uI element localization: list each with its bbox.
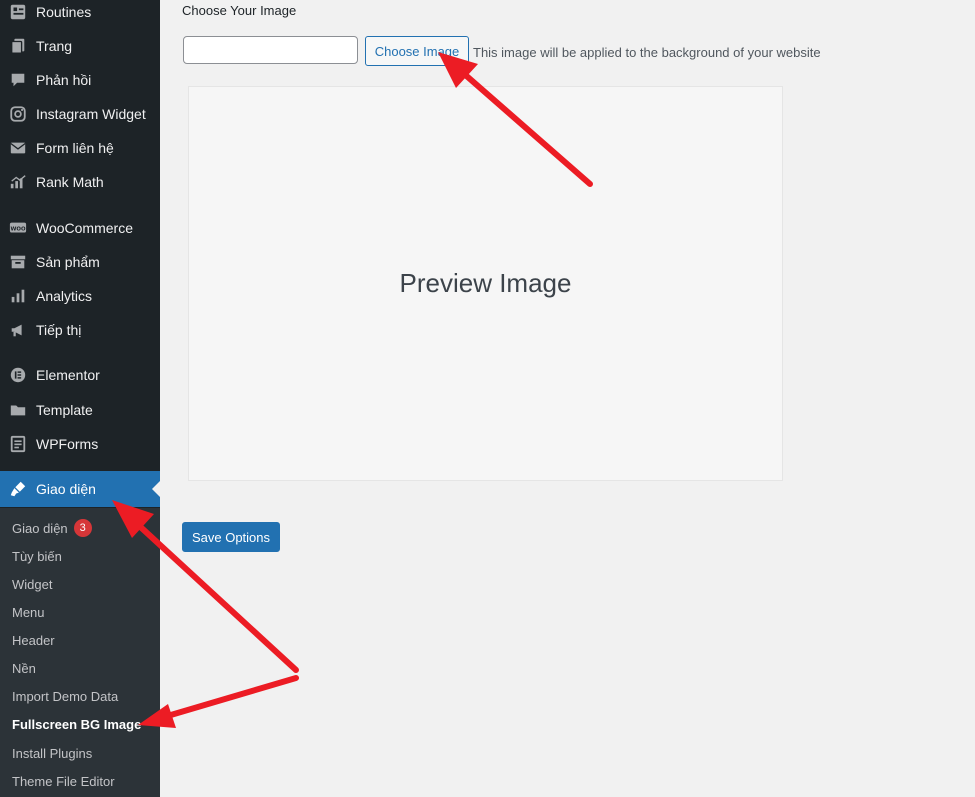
menu-item-analytics[interactable]: Analytics — [0, 279, 160, 313]
mail-icon — [8, 138, 28, 158]
update-count-badge: 3 — [73, 519, 92, 537]
image-url-input[interactable] — [183, 36, 358, 64]
analytics-icon — [8, 286, 28, 306]
menu-item-label: Trang — [36, 38, 73, 54]
help-text: This image will be applied to the backgr… — [473, 45, 821, 60]
menu-item-appearance[interactable]: Giao diện — [0, 471, 160, 507]
submenu-item-fullscreen-bg-image[interactable]: Fullscreen BG Image — [12, 710, 141, 738]
menu-item-label: Giao diện — [36, 481, 96, 497]
active-indicator — [152, 481, 160, 497]
megaphone-icon — [8, 320, 28, 340]
submenu-item-import-demo-data[interactable]: Import Demo Data — [12, 682, 118, 710]
menu-item-comments[interactable]: Phản hồi — [0, 63, 160, 97]
archive-icon — [8, 252, 28, 272]
menu-item-contact-form[interactable]: Form liên hệ — [0, 131, 160, 165]
menu-item-marketing[interactable]: Tiếp thị — [0, 313, 160, 347]
appearance-submenu: Giao diện 3 Tùy biến Widget Menu Header … — [0, 508, 160, 797]
menu-item-label: Phản hồi — [36, 72, 92, 88]
folder-icon — [8, 400, 28, 420]
menu-item-label: Tiếp thị — [36, 322, 82, 338]
admin-sidebar: Routines Trang Phản hồi Instagram Widget… — [0, 0, 160, 797]
submenu-item-background[interactable]: Nền — [12, 654, 36, 682]
submenu-item-theme-file-editor[interactable]: Theme File Editor — [12, 767, 115, 795]
menu-item-label: Instagram Widget — [36, 106, 146, 122]
menu-item-wpforms[interactable]: WPForms — [0, 427, 160, 461]
arrow-to-fullscreen-bg-image — [138, 675, 299, 728]
menu-item-label: Sản phẩm — [36, 254, 100, 270]
rank-math-icon — [8, 172, 28, 192]
preview-placeholder-text: Preview Image — [399, 268, 572, 298]
menu-item-label: Analytics — [36, 288, 93, 304]
submenu-item-customize[interactable]: Tùy biến — [12, 542, 62, 570]
menu-item-label: Template — [36, 402, 93, 418]
svg-text:WOO: WOO — [10, 226, 25, 232]
routines-icon — [8, 2, 28, 22]
instagram-icon — [8, 104, 28, 124]
submenu-item-widgets[interactable]: Widget — [12, 570, 52, 598]
menu-item-instagram-widget[interactable]: Instagram Widget — [0, 97, 160, 131]
woocommerce-icon: WOO — [8, 218, 28, 238]
menu-item-elementor[interactable]: Elementor — [0, 358, 160, 392]
choose-image-button[interactable]: Choose Image — [365, 36, 469, 66]
save-options-button[interactable]: Save Options — [182, 522, 280, 552]
submenu-item-install-plugins[interactable]: Install Plugins — [12, 739, 92, 767]
menu-item-label: Form liên hệ — [36, 140, 114, 156]
comments-icon — [8, 70, 28, 90]
submenu-item-themes[interactable]: Giao diện 3 — [12, 514, 92, 542]
submenu-item-label: Giao diện — [12, 520, 68, 536]
elementor-icon — [8, 365, 28, 385]
menu-item-label: Rank Math — [36, 174, 104, 190]
menu-item-routines[interactable]: Routines — [0, 0, 160, 29]
menu-item-products[interactable]: Sản phẩm — [0, 245, 160, 279]
brush-icon — [8, 479, 28, 499]
menu-item-pages[interactable]: Trang — [0, 29, 160, 63]
forms-icon — [8, 434, 28, 454]
menu-item-label: WPForms — [36, 436, 99, 452]
menu-item-label: WooCommerce — [36, 220, 133, 236]
menu-item-rank-math[interactable]: Rank Math — [0, 165, 160, 199]
section-label: Choose Your Image — [182, 3, 297, 18]
menu-item-label: Routines — [36, 4, 92, 20]
menu-item-template[interactable]: Template — [0, 393, 160, 427]
pages-icon — [8, 36, 28, 56]
submenu-item-header[interactable]: Header — [12, 626, 55, 654]
preview-image-area: Preview Image — [188, 86, 783, 481]
menu-item-label: Elementor — [36, 367, 100, 383]
submenu-item-menus[interactable]: Menu — [12, 598, 45, 626]
menu-item-woocommerce[interactable]: WOO WooCommerce — [0, 211, 160, 245]
